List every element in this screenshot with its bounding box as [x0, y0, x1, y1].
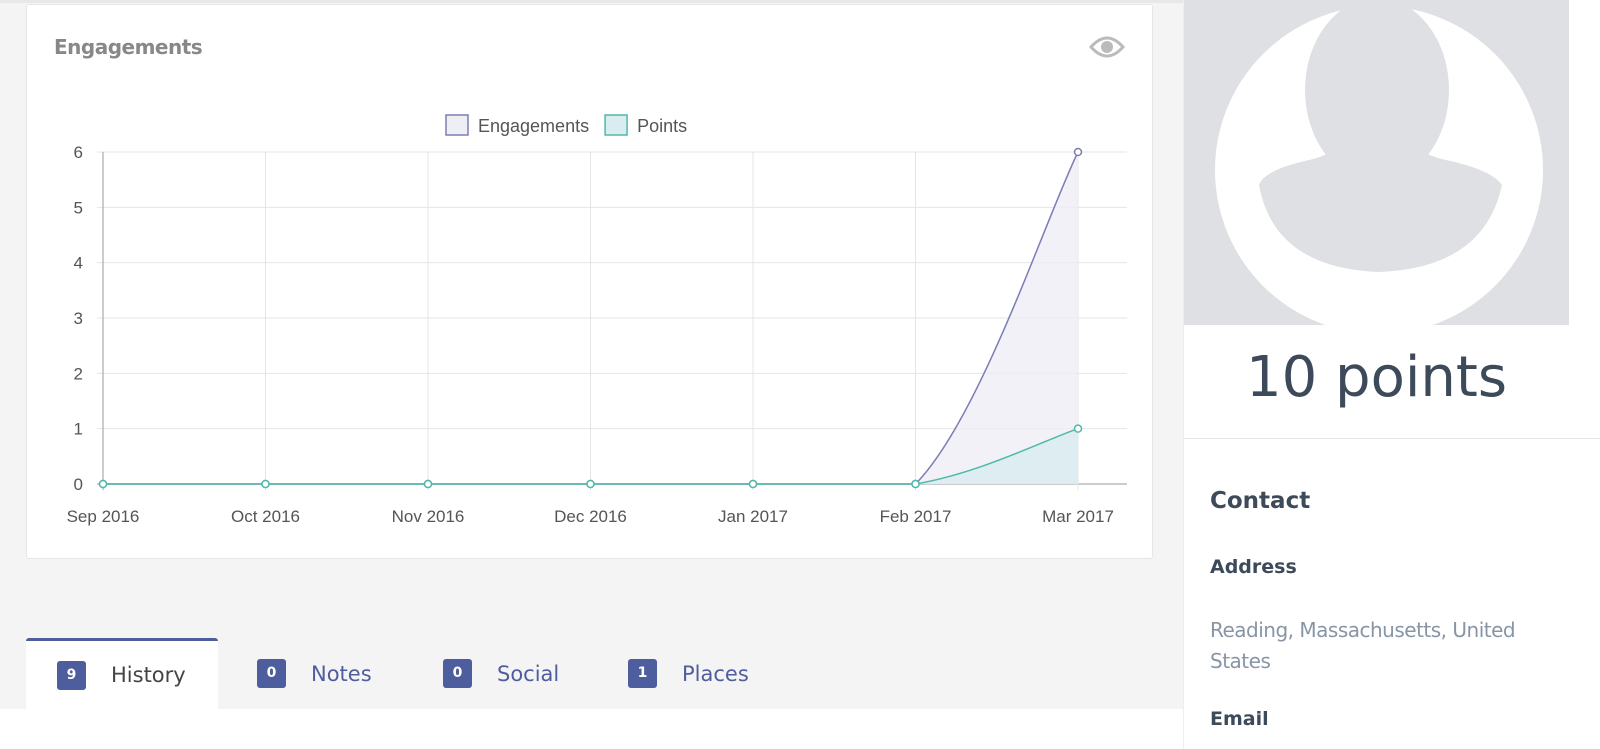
tab-label: Notes	[311, 661, 372, 686]
points-total: 10 points	[1245, 345, 1508, 410]
x-tick-label: Jan 2017	[718, 507, 788, 526]
y-tick-label: 0	[74, 475, 83, 494]
tab-label: History	[111, 663, 186, 687]
tab-notes[interactable]: 0 Notes	[257, 638, 372, 709]
x-tick-label: Sep 2016	[67, 507, 140, 526]
tab-social[interactable]: 0 Social	[443, 638, 559, 709]
tab-history[interactable]: 9 History	[26, 638, 218, 709]
tab-places[interactable]: 1 Places	[628, 638, 749, 709]
tab-content	[0, 709, 1183, 749]
tab-count-badge: 1	[628, 659, 657, 688]
data-point	[1073, 147, 1083, 157]
address-label: Address	[1210, 556, 1297, 578]
contact-heading: Contact	[1210, 488, 1311, 514]
legend-swatch	[445, 114, 469, 136]
legend-swatch	[604, 114, 628, 136]
y-tick-label: 1	[74, 420, 83, 439]
tab-label: Social	[497, 661, 560, 686]
y-tick-label: 3	[74, 309, 83, 328]
legend-label: Points	[637, 116, 687, 136]
engagements-chart: 0 1 2 3 4 5 6 Sep 2016 Oct 2016 Nov 2016 Dec 2016 J…	[67, 114, 1127, 526]
x-tick-label: Oct 2016	[231, 507, 300, 526]
data-point	[748, 479, 758, 489]
y-tick-label: 2	[74, 364, 83, 383]
data-point	[911, 479, 920, 489]
data-point	[586, 479, 595, 489]
tab-count-badge: 9	[57, 660, 86, 690]
tab-count-badge: 0	[257, 659, 286, 688]
user-placeholder-icon	[1215, 0, 1543, 325]
address-value: Reading, Massachusetts, United States	[1210, 618, 1516, 673]
divider	[1184, 438, 1600, 439]
email-label: Email	[1210, 708, 1269, 730]
y-tick-label: 6	[74, 143, 83, 162]
data-point	[98, 479, 108, 489]
avatar	[1184, 0, 1569, 325]
data-point	[261, 479, 270, 489]
y-tick-label: 4	[74, 254, 83, 273]
data-point	[1073, 424, 1083, 433]
profile-panel: 10 points Contact Address Reading, Massa…	[1183, 0, 1600, 749]
x-tick-label: Feb 2017	[880, 507, 952, 526]
legend-label: Engagements	[478, 116, 589, 136]
y-tick-label: 5	[74, 198, 83, 217]
tab-bar: 9 History 0 Notes 0 Social 1 Places	[0, 638, 1183, 709]
data-point	[423, 479, 433, 489]
tab-label: Places	[682, 661, 749, 686]
x-tick-label: Mar 2017	[1042, 507, 1114, 526]
x-tick-label: Nov 2016	[392, 507, 465, 526]
x-tick-label: Dec 2016	[554, 507, 627, 526]
tab-count-badge: 0	[443, 659, 472, 688]
